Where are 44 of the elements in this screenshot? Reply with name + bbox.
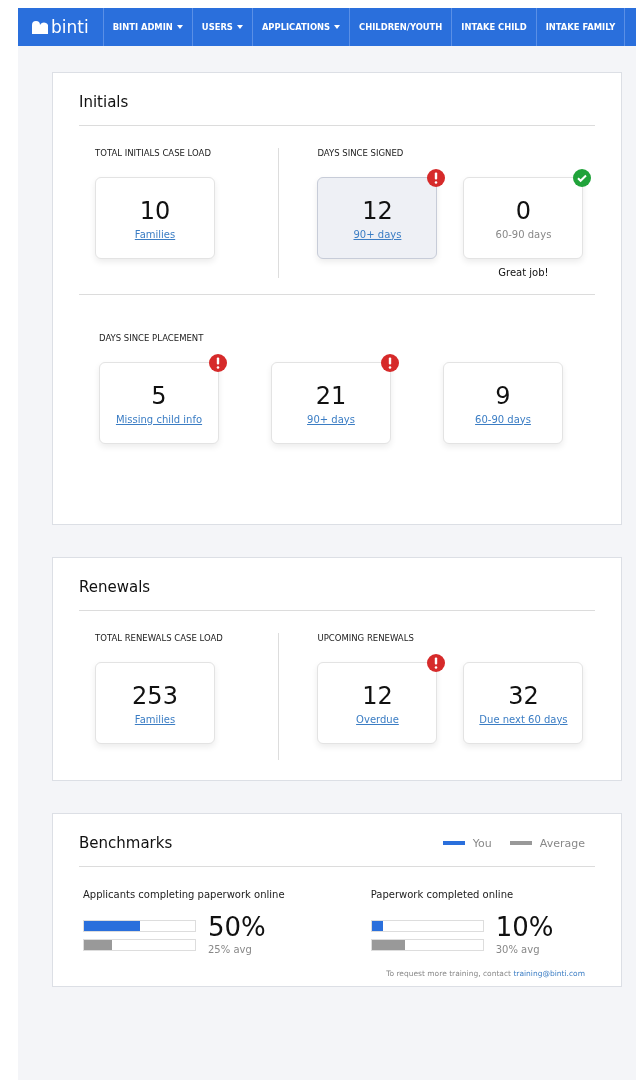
stat-count: 10	[139, 196, 171, 225]
legend-label: You	[472, 836, 492, 850]
logo[interactable]: binti	[18, 8, 104, 46]
stat-count: 12	[362, 681, 393, 710]
stat-link[interactable]: Due next 60 days	[479, 713, 568, 725]
stat-count: 5	[151, 381, 167, 410]
stat-note: Great job!	[498, 267, 549, 278]
stat-link[interactable]: Missing child info	[115, 413, 203, 425]
stat-link[interactable]: Overdue	[356, 713, 399, 725]
metric-average: 25% avg	[208, 944, 253, 955]
legend-label: Average	[539, 836, 585, 850]
stat-count: 253	[132, 681, 178, 710]
stat-link[interactable]: Families	[134, 713, 176, 725]
section-heading: DAYS SINCE PLACEMENT	[99, 333, 205, 343]
metric-value: 10%	[495, 914, 554, 940]
nav-item[interactable]: BINTI ADMIN	[103, 8, 193, 46]
metric-value: 50%	[208, 914, 266, 940]
stat-link[interactable]: 60-90 days	[475, 413, 531, 425]
metric-title: Paperwork completed online	[370, 889, 515, 900]
section-heading: TOTAL RENEWALS CASE LOAD	[95, 633, 224, 643]
card-title: Initials	[79, 87, 595, 126]
card-title: Benchmarks	[79, 834, 173, 852]
nav-item[interactable]: INTAKE FAMILY	[536, 8, 626, 46]
stat-link[interactable]: Families	[134, 228, 176, 240]
section-heading: DAYS SINCE SIGNED	[317, 148, 405, 158]
metric-average: 30% avg	[495, 944, 541, 955]
section-heading: UPCOMING RENEWALS	[317, 633, 415, 643]
nav-item[interactable]: CHILDREN/YOUTH	[350, 8, 453, 46]
metric-title: Applicants completing paperwork online	[83, 889, 286, 900]
logo-icon	[32, 20, 48, 34]
stat-count: 9	[495, 381, 511, 410]
stat-link[interactable]: 90+ days	[353, 228, 402, 240]
section-heading: TOTAL INITIALS CASE LOAD	[95, 148, 212, 158]
stat-count: 0	[515, 196, 532, 225]
nav-item[interactable]: USERS	[192, 8, 253, 46]
stat-count: 12	[362, 196, 393, 225]
stat-label: 60-90 days	[495, 228, 552, 240]
stat-link[interactable]: 90+ days	[307, 413, 355, 425]
card-title: Renewals	[79, 572, 595, 611]
stat-count: 21	[315, 381, 347, 410]
stat-count: 32	[508, 681, 539, 710]
alert-icon	[427, 169, 446, 187]
nav-item[interactable]: APPLICATIONS	[252, 8, 351, 46]
nav-item[interactable]: INTAKE CHILD	[452, 8, 537, 46]
